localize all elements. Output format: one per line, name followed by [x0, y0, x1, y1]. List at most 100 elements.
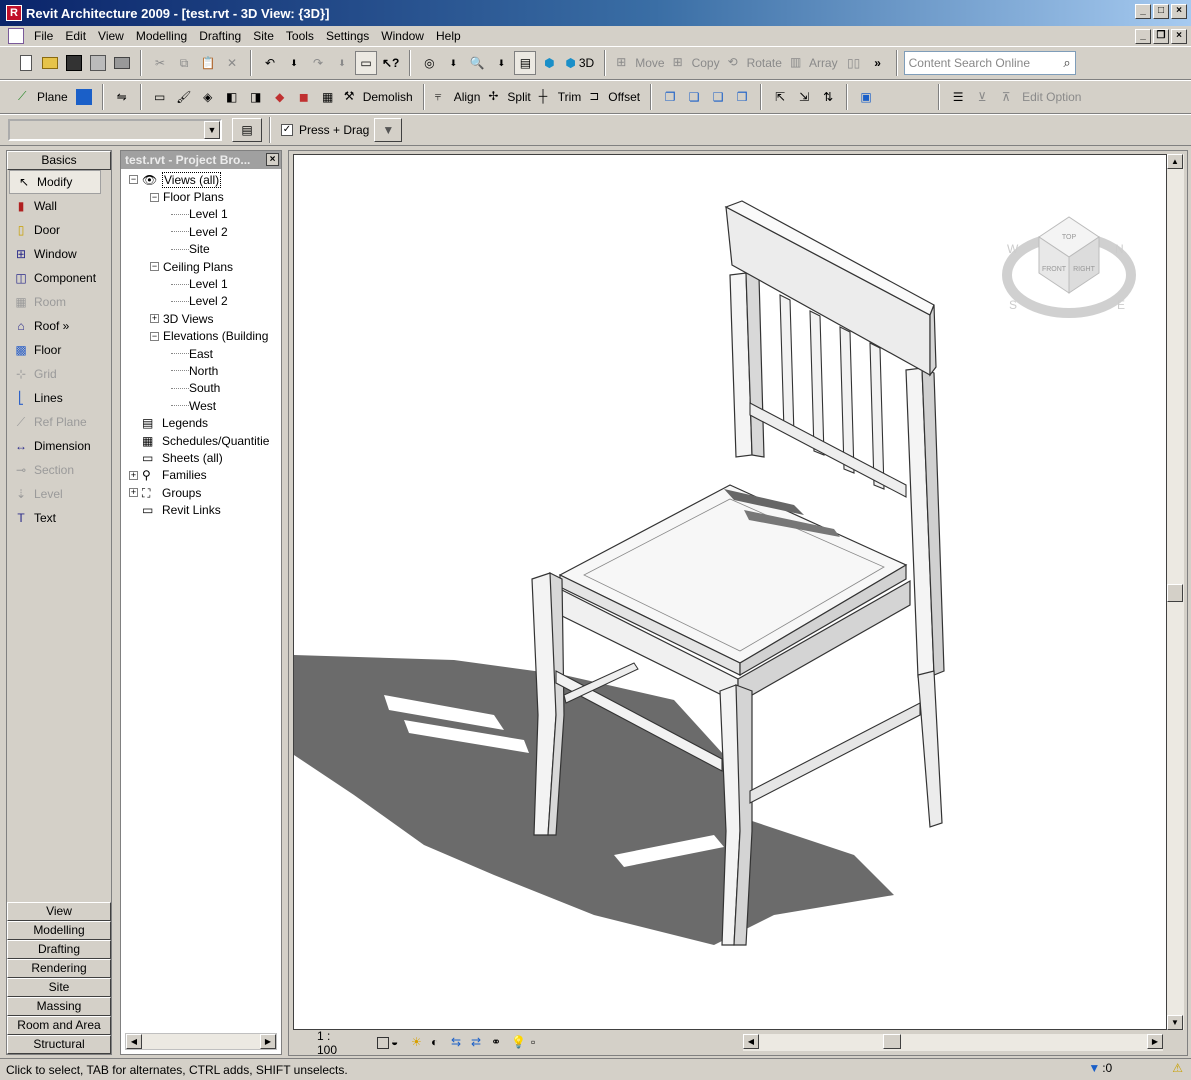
menu-settings[interactable]: Settings [320, 29, 375, 43]
chevron-down-icon[interactable]: ▼ [204, 121, 220, 139]
pick-to-edit-button[interactable]: ⊼ [995, 85, 1017, 109]
rendering-dialog-icon[interactable]: ▫ [531, 1035, 549, 1051]
search-icon[interactable]: ⌕ [1063, 55, 1070, 71]
tree-item[interactable]: North [121, 362, 281, 379]
coordination-button[interactable]: ⇲ [793, 85, 815, 109]
menu-view[interactable]: View [92, 29, 130, 43]
doc-close-button[interactable]: × [1171, 29, 1187, 44]
tree-item[interactable]: East [121, 345, 281, 362]
zoom-button[interactable]: 🔍 [466, 51, 488, 75]
expand-icon[interactable]: + [129, 488, 138, 498]
paint-button[interactable]: 🖌 [173, 85, 195, 109]
array-button[interactable]: ▥ Array [787, 51, 841, 75]
scroll-left-arrow[interactable]: ◀ [126, 1034, 142, 1049]
design-bar-item-door[interactable]: ▯ Door [7, 218, 111, 242]
tab-drafting[interactable]: Drafting [7, 940, 111, 959]
chair-3d-model[interactable]: TOP FRONT RIGHT N E S W [294, 155, 1167, 1030]
shaded-view-button[interactable]: ⬢ [538, 51, 560, 75]
collapse-icon[interactable]: − [150, 331, 159, 341]
match-button[interactable]: ⇋ [111, 85, 133, 109]
collapse-icon[interactable]: − [129, 175, 138, 185]
design-bar-item-modify[interactable]: ↖ Modify [9, 170, 101, 194]
scroll-right-arrow[interactable]: ▶ [260, 1034, 276, 1049]
design-bar-item-wall[interactable]: ▮ Wall [7, 194, 111, 218]
menu-drafting[interactable]: Drafting [193, 29, 247, 43]
tree-item[interactable]: − Floor Plans [121, 188, 281, 205]
design-bar-item-component[interactable]: ◫ Component [7, 266, 111, 290]
join-geometry-button[interactable]: ◧ [221, 85, 243, 109]
design-bar-item-roof[interactable]: ⌂ Roof » [7, 314, 111, 338]
design-bar-item-ref-plane[interactable]: ⟋ Ref Plane [7, 410, 111, 434]
thin-lines-button[interactable]: ▭ [355, 51, 377, 75]
view-properties-button[interactable]: ▤ [514, 51, 537, 75]
maximize-button[interactable]: □ [1153, 4, 1169, 19]
tree-item[interactable]: ▤ Legends [121, 414, 281, 431]
tree-item[interactable]: Level 2 [121, 293, 281, 310]
sun-path-icon[interactable]: ☀ [411, 1035, 429, 1051]
tree-item[interactable]: Level 1 [121, 275, 281, 292]
design-options-button[interactable]: ☰ [947, 85, 969, 109]
design-bar-item-grid[interactable]: ⊹ Grid [7, 362, 111, 386]
scroll-thumb[interactable] [1167, 584, 1183, 602]
tree-item[interactable]: ▭ Sheets (all) [121, 449, 281, 466]
browser-horizontal-scrollbar[interactable]: ◀ ▶ [125, 1033, 277, 1050]
tab-massing[interactable]: Massing [7, 997, 111, 1016]
expand-icon[interactable]: + [150, 314, 159, 324]
linked-model-button[interactable]: ▣ [855, 85, 877, 109]
detail-level-icon[interactable] [377, 1037, 389, 1049]
add-to-set-button[interactable]: ⊻ [971, 85, 993, 109]
copy-clipboard-button[interactable]: ⧉ [173, 51, 195, 75]
tree-item[interactable]: − Elevations (Building [121, 328, 281, 345]
tree-item[interactable]: South [121, 380, 281, 397]
viewcube[interactable]: TOP FRONT RIGHT N E S W [1002, 216, 1136, 318]
design-bar-item-level[interactable]: ⇣ Level [7, 482, 111, 506]
hscroll-thumb[interactable] [883, 1034, 901, 1049]
view-vertical-scrollbar[interactable]: ▲ ▼ [1167, 154, 1184, 1030]
tree-item[interactable]: ▭ Revit Links [121, 501, 281, 518]
steering-dropdown[interactable]: ⬇ [442, 51, 464, 75]
hscroll-left-arrow[interactable]: ◀ [743, 1034, 759, 1049]
tree-item[interactable]: Site [121, 241, 281, 258]
redo-button[interactable]: ↷ [307, 51, 329, 75]
doc-minimize-button[interactable]: _ [1135, 29, 1151, 44]
unjoin-geometry-button[interactable]: ◨ [245, 85, 267, 109]
group-button[interactable]: ❐ [659, 85, 681, 109]
crop-view-icon[interactable]: ⇆ [451, 1035, 469, 1051]
tree-item[interactable]: West [121, 397, 281, 414]
hscroll-right-arrow[interactable]: ▶ [1147, 1034, 1163, 1049]
redo-dropdown[interactable]: ⬇ [331, 51, 353, 75]
demolish-button[interactable]: ⚒ Demolish [341, 85, 416, 109]
document-icon[interactable] [8, 28, 24, 44]
offset-button[interactable]: ⊐ Offset [586, 85, 643, 109]
design-bar-item-text[interactable]: T Text [7, 506, 111, 530]
zoom-dropdown[interactable]: ⬇ [490, 51, 512, 75]
copy-monitor-button[interactable]: ⇱ [769, 85, 791, 109]
minimize-button[interactable]: _ [1135, 4, 1151, 19]
cut-button[interactable]: ✂ [149, 51, 171, 75]
tab-basics[interactable]: Basics [7, 151, 111, 170]
tree-item[interactable]: + ⚲ Families [121, 467, 281, 484]
grid-plane-button[interactable] [73, 85, 95, 109]
edit-option-button[interactable]: Edit Option [1019, 85, 1084, 109]
copy-button[interactable]: ⊞ Copy [670, 51, 723, 75]
tab-structural[interactable]: Structural [7, 1035, 111, 1054]
menu-help[interactable]: Help [430, 29, 467, 43]
save-button[interactable] [63, 51, 85, 75]
print-preview-button[interactable] [87, 51, 109, 75]
create-group-button[interactable]: ❏ [683, 85, 705, 109]
filter-button[interactable]: ▼ [374, 118, 403, 142]
content-search-input[interactable]: Content Search Online ⌕ [903, 51, 1076, 75]
align-button[interactable]: ⫧ Align [432, 85, 484, 109]
design-bar-item-window[interactable]: ⊞ Window [7, 242, 111, 266]
doc-restore-button[interactable]: ❐ [1153, 29, 1169, 44]
wall-joins-button[interactable]: ◼ [293, 85, 315, 109]
toolbar-overflow[interactable]: » [867, 51, 889, 75]
collapse-icon[interactable]: − [150, 262, 159, 272]
whats-this-button[interactable]: ↖? [379, 51, 402, 75]
steering-wheel-button[interactable]: ◎ [418, 51, 440, 75]
design-bar-item-floor[interactable]: ▩ Floor [7, 338, 111, 362]
tree-item[interactable]: ▦ Schedules/Quantitie [121, 432, 281, 449]
scroll-up-arrow[interactable]: ▲ [1167, 154, 1183, 169]
press-drag-toggle[interactable]: ✓ Press + Drag [278, 118, 372, 142]
tree-item[interactable]: + ⛶ Groups [121, 484, 281, 501]
